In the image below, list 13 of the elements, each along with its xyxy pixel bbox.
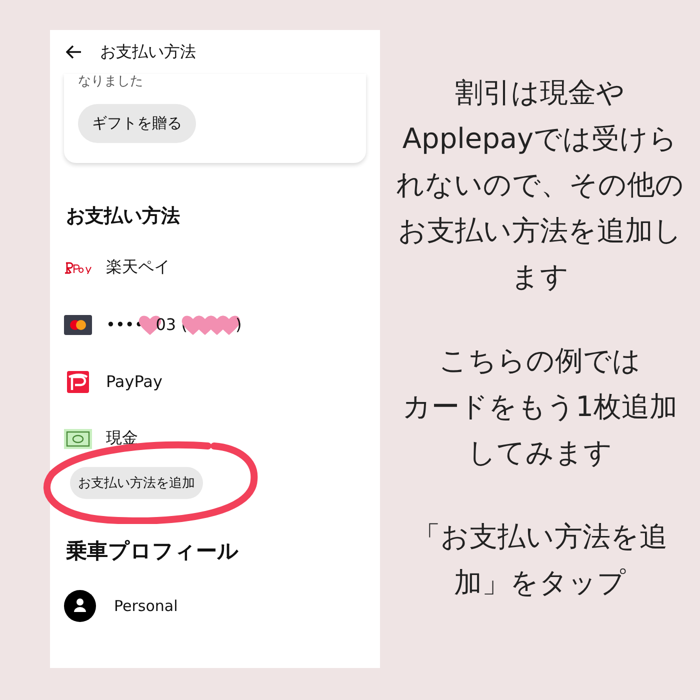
caption-text: 割引は現金や Applepayでは受けら れないので、その他の お支払い方法を追加し ます <box>396 75 684 295</box>
add-payment-button[interactable]: お支払い方法を追加 <box>70 467 203 499</box>
screen-title: お支払い方法 <box>100 42 196 62</box>
gift-button[interactable]: ギフトを贈る <box>78 104 196 143</box>
section-heading: 乗車プロフィール <box>65 538 240 565</box>
payment-method[interactable]: 楽天ペイ <box>106 257 170 278</box>
card-text: なりました <box>78 74 143 90</box>
caption-text: こちらの例では カードをもう1枚追加 してみます <box>402 343 678 471</box>
profile-name[interactable]: Personal <box>114 596 178 614</box>
payment-method[interactable]: 現金 <box>106 428 138 449</box>
section-heading: お支払い方法 <box>65 204 181 229</box>
payment-method[interactable]: PayPay <box>106 372 162 391</box>
caption-text: 「お支払い方法を追 加」をタップ <box>412 519 668 601</box>
